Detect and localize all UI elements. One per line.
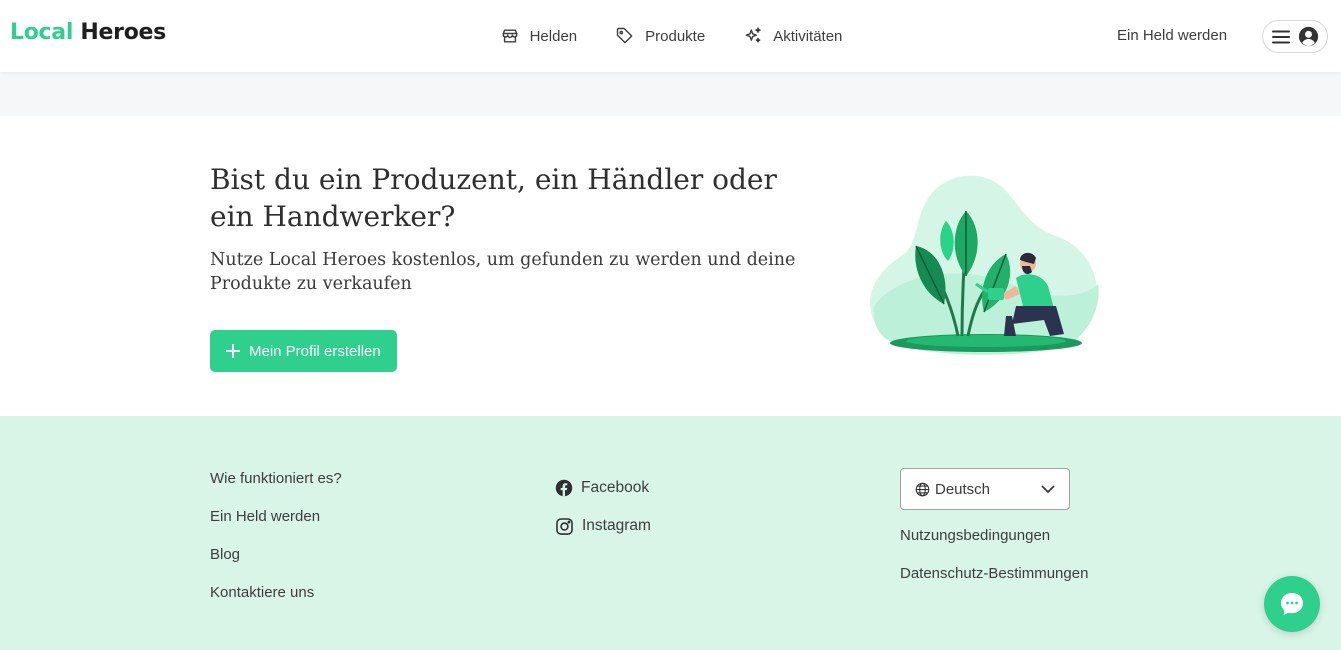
footer-link-contact[interactable]: Kontaktiere uns xyxy=(210,584,342,622)
header: Local Heroes Helden Produkte Aktivitäten… xyxy=(0,0,1341,72)
user-avatar-icon xyxy=(1298,26,1318,47)
tag-icon xyxy=(616,27,633,44)
nav-label-produkte: Produkte xyxy=(645,27,706,45)
instagram-label: Instagram xyxy=(582,517,651,534)
terms-link[interactable]: Nutzungsbedingungen xyxy=(900,527,1088,565)
footer-link-blog[interactable]: Blog xyxy=(210,546,342,584)
facebook-label: Facebook xyxy=(581,479,650,496)
sparkles-icon xyxy=(745,27,761,43)
gardener-illustration xyxy=(869,175,1099,355)
header-band xyxy=(0,72,1341,116)
producer-cta-section: Bist du ein Produzent, ein Händler oder … xyxy=(0,116,1341,416)
nav-item-helden[interactable]: Helden xyxy=(481,0,597,72)
hamburger-icon xyxy=(1271,30,1290,43)
nav-item-produkte[interactable]: Produkte xyxy=(596,0,724,72)
language-select[interactable]: Deutsch xyxy=(900,468,1070,510)
globe-icon xyxy=(915,482,930,496)
nav-item-aktivitaeten[interactable]: Aktivitäten xyxy=(724,0,861,72)
logo-local: Local xyxy=(10,20,74,45)
create-profile-button[interactable]: Mein Profil erstellen xyxy=(210,330,397,372)
hero-subtitle: Nutze Local Heroes kostenlos, um gefunde… xyxy=(210,250,796,294)
main-nav: Helden Produkte Aktivitäten xyxy=(476,0,866,72)
logo[interactable]: Local Heroes xyxy=(10,20,166,45)
plus-icon xyxy=(226,344,240,358)
footer-link-how-it-works[interactable]: Wie funktioniert es? xyxy=(210,470,342,508)
facebook-icon xyxy=(555,479,573,497)
footer-social: Facebook Instagram xyxy=(555,469,651,545)
chat-widget-button[interactable] xyxy=(1264,576,1320,632)
hero-title: Bist du ein Produzent, ein Händler oder … xyxy=(210,163,777,233)
instagram-link[interactable]: Instagram xyxy=(555,507,651,545)
logo-heroes: Heroes xyxy=(80,20,166,45)
footer-link-become-hero[interactable]: Ein Held werden xyxy=(210,508,342,546)
nav-label-helden: Helden xyxy=(529,27,578,45)
become-hero-link[interactable]: Ein Held werden xyxy=(1117,27,1227,44)
create-profile-label: Mein Profil erstellen xyxy=(249,342,381,360)
privacy-link[interactable]: Datenschutz-Bestimmungen xyxy=(900,565,1088,603)
chat-bubble-icon xyxy=(1281,593,1303,615)
footer-links: Wie funktioniert es? Ein Held werden Blo… xyxy=(210,470,342,622)
nav-label-aktivitaeten: Aktivitäten xyxy=(773,27,843,45)
instagram-icon xyxy=(556,517,573,535)
facebook-link[interactable]: Facebook xyxy=(555,469,651,507)
language-value: Deutsch xyxy=(935,480,991,498)
footer-legal: Nutzungsbedingungen Datenschutz-Bestimmu… xyxy=(900,527,1088,603)
chevron-down-icon xyxy=(1041,484,1055,493)
footer: Wie funktioniert es? Ein Held werden Blo… xyxy=(0,416,1341,650)
user-menu-button[interactable] xyxy=(1262,20,1328,53)
store-icon xyxy=(502,29,517,43)
